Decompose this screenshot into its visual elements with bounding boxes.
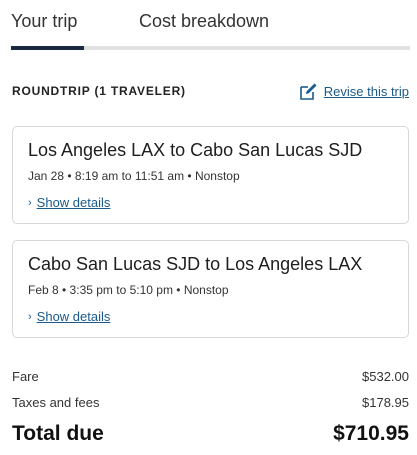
active-tab-indicator — [11, 46, 84, 50]
fare-label: Fare — [12, 369, 39, 384]
flight-card-return: Cabo San Lucas SJD to Los Angeles LAX Fe… — [12, 240, 409, 338]
tab-cost-breakdown[interactable]: Cost breakdown — [139, 11, 269, 32]
taxes-row: Taxes and fees $178.95 — [12, 395, 409, 410]
fare-row: Fare $532.00 — [12, 369, 409, 384]
show-details-link[interactable]: › Show details — [28, 195, 110, 210]
show-details-link[interactable]: › Show details — [28, 309, 110, 324]
show-details-label: Show details — [36, 309, 111, 324]
flight-route: Los Angeles LAX to Cabo San Lucas SJD — [28, 140, 363, 160]
trip-type-label: ROUNDTRIP (1 TRAVELER) — [12, 84, 186, 98]
taxes-label: Taxes and fees — [12, 395, 100, 410]
tab-your-trip[interactable]: Your trip — [11, 11, 77, 32]
flight-info: Feb 8 • 3:35 pm to 5:10 pm • Nonstop — [28, 283, 229, 297]
edit-icon — [299, 82, 318, 101]
flight-route: Cabo San Lucas SJD to Los Angeles LAX — [28, 254, 363, 274]
total-value: $710.95 — [333, 422, 409, 445]
chevron-right-icon: › — [28, 310, 32, 323]
tab-bar: Your trip Cost breakdown — [0, 0, 417, 52]
chevron-right-icon: › — [28, 196, 32, 209]
show-details-label: Show details — [36, 195, 111, 210]
flight-card-outbound: Los Angeles LAX to Cabo San Lucas SJD Ja… — [12, 126, 409, 224]
total-row: Total due $710.95 — [12, 422, 409, 446]
revise-trip-label: Revise this trip — [323, 84, 409, 99]
taxes-value: $178.95 — [362, 395, 409, 410]
trip-header: ROUNDTRIP (1 TRAVELER) Revise this trip — [12, 82, 409, 104]
total-label: Total due — [12, 422, 104, 445]
revise-trip-link[interactable]: Revise this trip — [299, 82, 409, 101]
fare-value: $532.00 — [362, 369, 409, 384]
flight-info: Jan 28 • 8:19 am to 11:51 am • Nonstop — [28, 169, 240, 183]
